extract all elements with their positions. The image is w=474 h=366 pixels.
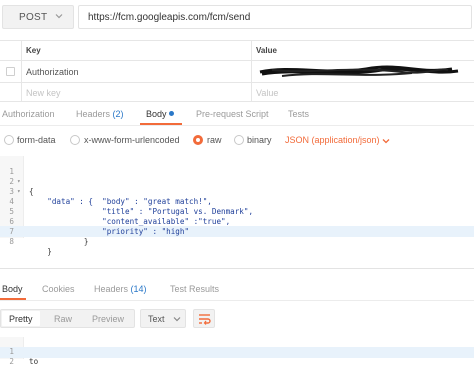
raw-button[interactable]: Raw [54,314,72,324]
request-tabs: Authorization Headers (2) Body Pre-reque… [0,104,474,126]
urlencoded-label: x-www-form-urlencoded [84,135,180,145]
code-line: 5 "content_available" :"true", [9,207,231,226]
view-mode-segmented: Pretty Raw Preview [0,309,135,328]
method-select[interactable]: POST [2,5,74,29]
new-value-input[interactable]: Value [252,83,474,101]
wrap-lines-button[interactable] [193,309,215,328]
tab-tests[interactable]: Tests [288,109,309,119]
modified-dot-icon [168,111,174,116]
request-body-editor[interactable]: 1 ▾ { 2 ▾ "data" : { 3 "body" : "great m… [0,156,474,256]
code-line: 2 ▾ "data" : { [9,177,94,206]
tab-body[interactable]: Body [146,109,174,119]
code-line: 1 to [9,347,39,366]
key-column-header: Key [26,46,41,55]
new-key-input[interactable]: New key [22,83,252,101]
tab-test-results[interactable]: Test Results [170,284,219,294]
tab-headers[interactable]: Headers (2) [76,109,124,119]
redaction-scribble [259,65,459,77]
code-line: 1 ▾ { [9,167,34,196]
pretty-button[interactable]: Pretty [9,314,33,324]
url-text: https://fcm.googleapis.com/fcm/send [88,12,251,23]
preview-button[interactable]: Preview [92,314,124,324]
divider [0,268,474,269]
code-line: 4 "title" : "Portugal vs. Denmark", [9,197,254,216]
tab-response-headers[interactable]: Headers (14) [94,284,147,294]
code-line: 6 "priority" : "high" [9,217,190,236]
code-line: 2 [9,357,14,366]
raw-label: raw [207,135,222,145]
format-label: Text [148,314,165,324]
active-tab-indicator [0,298,26,300]
body-type-selector: form-data x-www-form-urlencoded raw bina… [0,131,474,151]
raw-radio[interactable] [193,135,203,145]
header-key-cell[interactable]: Authorization [22,61,252,82]
code-line: 8 } [9,237,52,256]
method-label: POST [19,12,48,23]
urlencoded-radio[interactable] [70,135,80,145]
content-type-dropdown[interactable]: JSON (application/json) [285,135,380,145]
code-line: 7 } [9,227,89,246]
active-tab-indicator [140,123,182,125]
form-data-radio[interactable] [4,135,14,145]
response-tabs: Body Cookies Headers (14) Test Results [0,279,474,301]
url-input[interactable]: https://fcm.googleapis.com/fcm/send [78,5,472,29]
tab-authorization[interactable]: Authorization [2,109,55,119]
row-enable-checkbox[interactable] [6,67,15,76]
new-key-placeholder: New key [26,88,61,98]
tab-pre-request-script[interactable]: Pre-request Script [196,109,269,119]
header-key: Authorization [26,67,79,77]
headers-table-head: Key Value [0,40,474,60]
binary-radio[interactable] [234,135,244,145]
new-value-placeholder: Value [256,88,279,98]
code-line: 3 "body" : "great match!", [9,187,212,206]
wrap-lines-icon [199,314,211,325]
response-body-viewer[interactable]: 1 to 2 [0,337,474,366]
tab-cookies[interactable]: Cookies [42,284,75,294]
chevron-down-icon [55,14,63,19]
form-data-label: form-data [17,135,56,145]
tab-headers-count: (2) [112,109,124,119]
table-row: Authorization [0,60,474,82]
chevron-down-icon[interactable] [381,136,391,146]
binary-label: binary [247,135,272,145]
tab-response-body[interactable]: Body [2,284,23,294]
value-column-header: Value [256,46,277,55]
request-bar: POST https://fcm.googleapis.com/fcm/send [0,0,474,36]
new-header-row: New key Value [0,82,474,102]
tab-body-label: Body [146,109,167,119]
format-dropdown[interactable]: Text [140,309,186,328]
tab-headers-label: Headers [76,109,111,119]
chevron-down-icon [173,317,181,322]
response-toolbar: Pretty Raw Preview Text [0,306,474,330]
tab-response-headers-count: (14) [130,284,147,294]
tab-response-headers-label: Headers [94,284,129,294]
header-value-cell[interactable] [252,61,474,82]
